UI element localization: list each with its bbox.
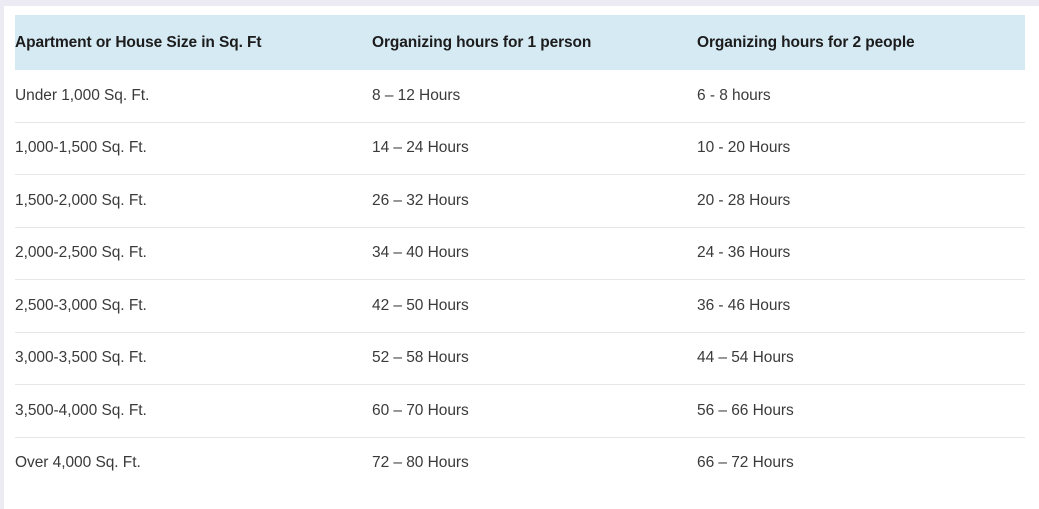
cell-hours-one-person: 42 – 50 Hours <box>372 279 697 333</box>
cell-size: 3,000-3,500 Sq. Ft. <box>15 332 372 385</box>
cell-hours-one-person: 26 – 32 Hours <box>372 174 697 228</box>
cell-hours-one-person: 72 – 80 Hours <box>372 454 469 472</box>
cell-hours-two-people: 24 - 36 Hours <box>697 227 1025 280</box>
cell-hours-one-person: 14 – 24 Hours <box>372 122 697 175</box>
cell-hours-two-people: 20 - 28 Hours <box>697 174 1025 228</box>
cell-size: 2,000-2,500 Sq. Ft. <box>15 227 372 280</box>
cell-hours-two-people: 36 - 46 Hours <box>697 279 1025 333</box>
table-row: 2,000-2,500 Sq. Ft. 34 – 40 Hours 24 - 3… <box>15 227 1025 280</box>
cell-hours-one-person: 34 – 40 Hours <box>372 227 697 280</box>
cell-hours-one-person: 8 – 12 Hours <box>372 70 697 123</box>
cell-size: Over 4,000 Sq. Ft. <box>15 454 141 472</box>
column-header-hours-one-person: Organizing hours for 1 person <box>372 15 697 70</box>
table-header-row: Apartment or House Size in Sq. Ft Organi… <box>15 15 1025 70</box>
cell-hours-two-people: 66 – 72 Hours <box>697 454 794 472</box>
table-row: Over 4,000 Sq. Ft. 72 – 80 Hours 66 – 72… <box>15 437 1025 489</box>
table-row: 3,500-4,000 Sq. Ft. 60 – 70 Hours 56 – 6… <box>15 384 1025 438</box>
cell-size: 1,500-2,000 Sq. Ft. <box>15 174 372 228</box>
cell-size: 1,000-1,500 Sq. Ft. <box>15 122 372 175</box>
table-row: 3,000-3,500 Sq. Ft. 52 – 58 Hours 44 – 5… <box>15 332 1025 385</box>
cell-hours-two-people: 44 – 54 Hours <box>697 332 1025 385</box>
table-row: 2,500-3,000 Sq. Ft. 42 – 50 Hours 36 - 4… <box>15 279 1025 333</box>
table-row: 1,500-2,000 Sq. Ft. 26 – 32 Hours 20 - 2… <box>15 174 1025 228</box>
cell-hours-two-people: 56 – 66 Hours <box>697 384 1025 438</box>
content-area: Apartment or House Size in Sq. Ft Organi… <box>4 6 1039 509</box>
table-body: Under 1,000 Sq. Ft. 8 – 12 Hours 6 - 8 h… <box>15 70 1025 489</box>
column-header-hours-two-people: Organizing hours for 2 people <box>697 15 1025 70</box>
cell-hours-two-people: 10 - 20 Hours <box>697 122 1025 175</box>
organizing-hours-table: Apartment or House Size in Sq. Ft Organi… <box>15 15 1025 489</box>
cell-hours-one-person: 60 – 70 Hours <box>372 384 697 438</box>
cell-size: 2,500-3,000 Sq. Ft. <box>15 279 372 333</box>
cell-hours-one-person: 52 – 58 Hours <box>372 332 697 385</box>
table-header: Apartment or House Size in Sq. Ft Organi… <box>15 15 1025 70</box>
cell-hours-two-people: 6 - 8 hours <box>697 70 1025 123</box>
column-header-size: Apartment or House Size in Sq. Ft <box>15 15 372 70</box>
cell-size: Under 1,000 Sq. Ft. <box>15 70 372 123</box>
cell-size: 3,500-4,000 Sq. Ft. <box>15 384 372 438</box>
table-row: 1,000-1,500 Sq. Ft. 14 – 24 Hours 10 - 2… <box>15 122 1025 175</box>
table-row: Under 1,000 Sq. Ft. 8 – 12 Hours 6 - 8 h… <box>15 70 1025 123</box>
